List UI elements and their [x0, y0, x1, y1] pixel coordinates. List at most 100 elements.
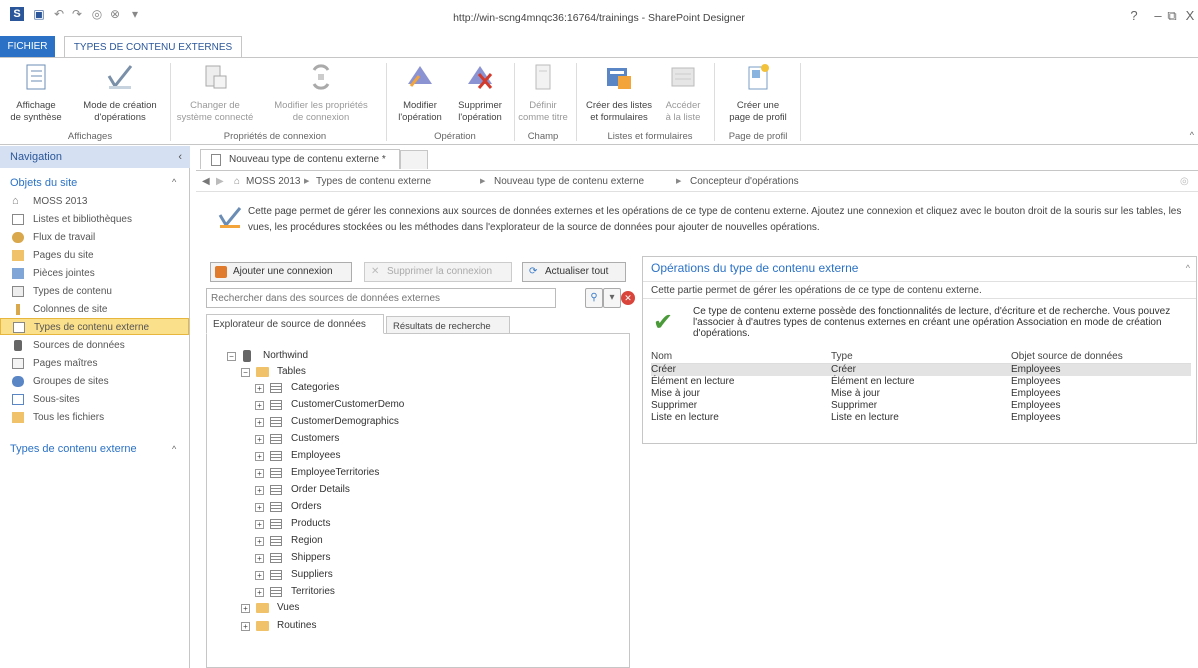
- tree-node-table[interactable]: + Employees: [255, 448, 340, 464]
- expand-toggle[interactable]: +: [255, 401, 264, 410]
- tree-node-table[interactable]: + Shippers: [255, 550, 330, 566]
- tree-node-table[interactable]: + Region: [255, 533, 323, 549]
- operations-design-icon: [107, 65, 133, 89]
- tree-node-table[interactable]: + Territories: [255, 584, 335, 600]
- column-header-name[interactable]: Nom: [651, 350, 831, 364]
- nav-item-content-types[interactable]: Types de contenu: [0, 283, 189, 300]
- tree-node-tables[interactable]: − Tables: [241, 364, 306, 380]
- expand-toggle[interactable]: +: [255, 486, 264, 495]
- delete-operation-button[interactable]: Supprimer l'opération: [450, 62, 510, 124]
- nav-item-moss-2013[interactable]: ⌂ MOSS 2013: [0, 193, 189, 210]
- table-row[interactable]: Mise à jour Mise à jour Employees: [651, 388, 1191, 400]
- close-button[interactable]: X: [1182, 8, 1198, 23]
- tree-node-views[interactable]: + Vues: [241, 600, 299, 616]
- expand-toggle[interactable]: +: [255, 503, 264, 512]
- breadcrumb-operations-designer[interactable]: Concepteur d'opérations: [690, 171, 799, 193]
- nav-item-subsites[interactable]: Sous-sites: [0, 391, 189, 408]
- column-header-source-object[interactable]: Objet source de données: [1011, 350, 1191, 364]
- restore-button[interactable]: ⧉: [1164, 8, 1180, 24]
- expand-toggle[interactable]: +: [255, 469, 264, 478]
- tab-data-source-explorer[interactable]: Explorateur de source de données: [206, 314, 384, 334]
- table-icon: [270, 451, 282, 461]
- tree-node-table[interactable]: + Order Details: [255, 482, 350, 498]
- expand-toggle[interactable]: +: [241, 622, 250, 631]
- column-header-type[interactable]: Type: [831, 350, 1011, 364]
- tab-search-results[interactable]: Résultats de recherche: [386, 316, 510, 334]
- summary-view-button[interactable]: Affichage de synthèse: [2, 62, 70, 124]
- refresh-page-icon[interactable]: ◎: [1180, 171, 1189, 193]
- table-row[interactable]: Créer Créer Employees: [651, 363, 1191, 376]
- window-title: http://win-scng4mnqc36:16764/trainings -…: [453, 12, 745, 24]
- forward-arrow-icon[interactable]: ▶: [216, 171, 224, 193]
- tree-node-table[interactable]: + Customers: [255, 431, 339, 447]
- expand-toggle[interactable]: +: [255, 435, 264, 444]
- refresh-all-button[interactable]: ⟳ Actualiser tout: [522, 262, 626, 282]
- search-input[interactable]: [206, 288, 556, 308]
- remove-connection-button[interactable]: ✕ Supprimer la connexion: [364, 262, 512, 282]
- operations-design-view-button[interactable]: Mode de création d'opérations: [72, 62, 168, 124]
- nav-section-site-objects[interactable]: Objets du site: [10, 177, 77, 189]
- tree-node-routines[interactable]: + Routines: [241, 618, 316, 634]
- operations-panel-title: Opérations du type de contenu externe: [651, 261, 859, 275]
- collapse-toggle[interactable]: −: [227, 352, 236, 361]
- create-profile-page-button[interactable]: Créer une page de profil: [718, 62, 798, 124]
- tree-node-table[interactable]: + Orders: [255, 499, 322, 515]
- expand-toggle[interactable]: +: [255, 554, 264, 563]
- set-as-title-button[interactable]: Définir comme titre: [516, 62, 570, 124]
- table-row[interactable]: Élément en lecture Élément en lecture Empl…: [651, 376, 1191, 388]
- tree-node-table[interactable]: + Categories: [255, 380, 339, 396]
- help-button[interactable]: ?: [1126, 8, 1142, 23]
- breadcrumb-ect[interactable]: Types de contenu externe: [316, 171, 431, 193]
- breadcrumb-new-ect[interactable]: Nouveau type de contenu externe: [494, 171, 644, 193]
- expand-toggle[interactable]: +: [255, 418, 264, 427]
- edit-connection-properties-button[interactable]: Modifier les propriétés de connexion: [262, 62, 380, 124]
- collapse-ribbon-icon[interactable]: ^: [1190, 130, 1194, 140]
- document-tab[interactable]: Nouveau type de contenu externe *: [200, 149, 400, 169]
- expand-toggle[interactable]: +: [255, 571, 264, 580]
- nav-item-attachments[interactable]: Pièces jointes: [0, 265, 189, 282]
- back-arrow-icon[interactable]: ◀: [202, 171, 210, 193]
- expand-toggle[interactable]: +: [255, 537, 264, 546]
- tab-file[interactable]: FICHIER: [0, 36, 55, 58]
- add-connection-button[interactable]: Ajouter une connexion: [210, 262, 352, 282]
- expand-toggle[interactable]: +: [241, 604, 250, 613]
- expand-toggle[interactable]: +: [255, 384, 264, 393]
- nav-item-lists-libraries[interactable]: Listes et bibliothèques: [0, 211, 189, 228]
- collapse-toggle[interactable]: −: [241, 368, 250, 377]
- go-to-list-button[interactable]: Accéder à la liste: [658, 62, 708, 124]
- tree-node-table[interactable]: + CustomerDemographics: [255, 414, 399, 430]
- chevron-up-icon[interactable]: ^: [172, 177, 176, 187]
- tab-external-content-types[interactable]: TYPES DE CONTENU EXTERNES: [64, 36, 242, 58]
- expand-toggle[interactable]: +: [255, 588, 264, 597]
- nav-item-workflows[interactable]: Flux de travail: [0, 229, 189, 246]
- change-connected-system-button[interactable]: Changer de système connecté: [172, 62, 258, 124]
- expand-toggle[interactable]: +: [255, 520, 264, 529]
- nav-item-all-files[interactable]: Tous les fichiers: [0, 409, 189, 426]
- search-icon[interactable]: ⚲: [585, 288, 603, 308]
- breadcrumb-site[interactable]: MOSS 2013: [246, 171, 300, 193]
- clear-search-icon[interactable]: ✕: [621, 291, 635, 305]
- nav-item-master-pages[interactable]: Pages maîtres: [0, 355, 189, 372]
- nav-item-site-groups[interactable]: Groupes de sites: [0, 373, 189, 390]
- new-tab-button[interactable]: [400, 150, 428, 169]
- nav-item-site-columns[interactable]: Colonnes de site: [0, 301, 189, 318]
- chevron-up-icon[interactable]: ^: [1186, 263, 1190, 273]
- table-row[interactable]: Liste en lecture Liste en lecture Employee…: [651, 412, 1191, 424]
- nav-item-site-pages[interactable]: Pages du site: [0, 247, 189, 264]
- search-options-icon[interactable]: ▾: [603, 288, 621, 308]
- expand-toggle[interactable]: +: [255, 452, 264, 461]
- tree-node-table[interactable]: + CustomerCustomerDemo: [255, 397, 404, 413]
- connection-properties-icon: [312, 64, 330, 90]
- table-row[interactable]: Supprimer Supprimer Employees: [651, 400, 1191, 412]
- nav-section-external-content-types[interactable]: Types de contenu externe: [10, 443, 137, 455]
- nav-item-data-sources[interactable]: Sources de données: [0, 337, 189, 354]
- tree-node-table[interactable]: + Products: [255, 516, 330, 532]
- chevron-up-icon[interactable]: ^: [172, 444, 176, 454]
- tree-node-northwind[interactable]: − Northwind: [227, 348, 308, 364]
- collapse-nav-icon[interactable]: ‹: [178, 146, 182, 168]
- tree-node-table[interactable]: + EmployeeTerritories: [255, 465, 379, 481]
- edit-operation-button[interactable]: Modifier l'opération: [392, 62, 448, 124]
- tree-node-table[interactable]: + Suppliers: [255, 567, 333, 583]
- nav-item-external-content-types[interactable]: Types de contenu externe: [0, 318, 189, 335]
- create-lists-forms-button[interactable]: Créer des listes et formulaires: [582, 62, 656, 124]
